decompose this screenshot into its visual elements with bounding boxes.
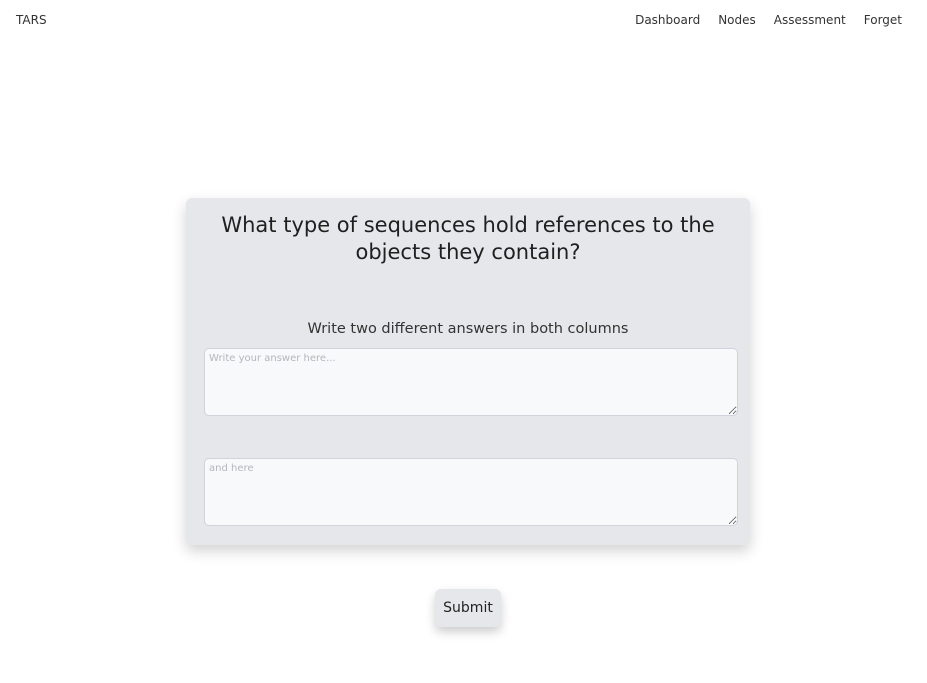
submit-button[interactable]: Submit [435,589,501,627]
nav-link-assessment[interactable]: Assessment [774,13,846,27]
question-title: What type of sequences hold references t… [221,213,715,264]
nav-link-dashboard[interactable]: Dashboard [635,13,700,27]
answer-input-1[interactable] [204,348,738,416]
brand-link[interactable]: TARS [16,13,47,27]
instruction-text: Write two different answers in both colu… [307,321,629,337]
question-card: What type of sequences hold references t… [186,198,750,545]
nav-links: Dashboard Nodes Assessment Forget [635,13,902,27]
answer-input-2[interactable] [204,458,738,526]
nav-link-nodes[interactable]: Nodes [718,13,756,27]
navbar: TARS Dashboard Nodes Assessment Forget [0,0,927,42]
nav-link-forget[interactable]: Forget [864,13,902,27]
